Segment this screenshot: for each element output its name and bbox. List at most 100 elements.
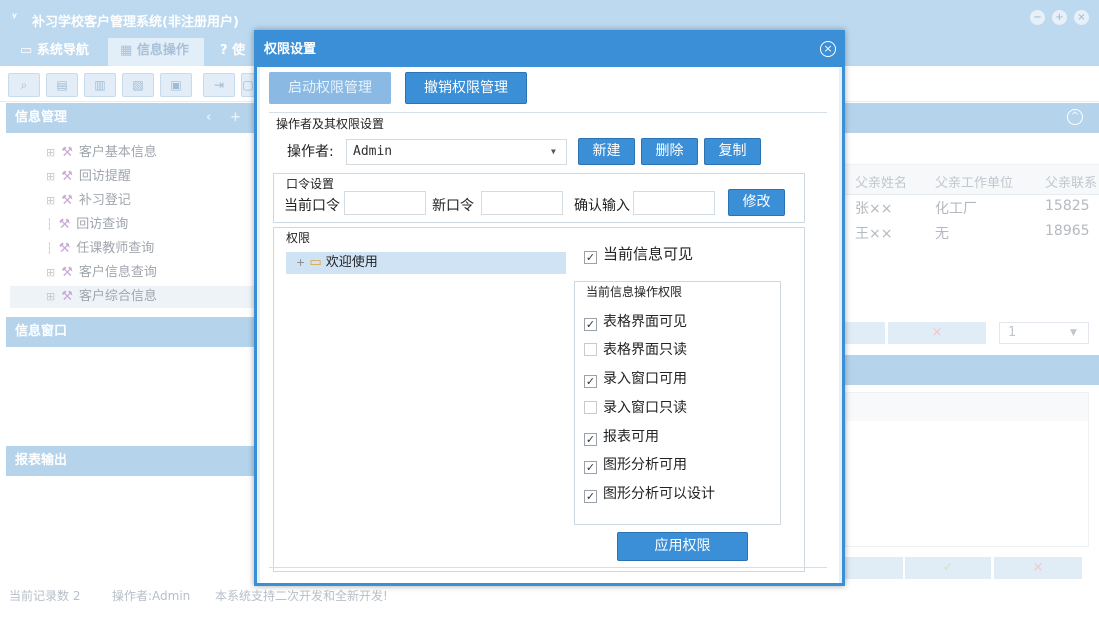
checkbox-label: 表格界面只读 [603,342,687,358]
tool-icon: ⚒ [61,193,73,208]
confirm-password-label: 确认输入 [574,198,630,214]
restore-icon[interactable]: + [1052,10,1067,25]
tree-item-label: 客户综合信息 [78,289,157,304]
tab-info-ops[interactable]: ▦ 信息操作 [108,38,204,66]
grid-cell[interactable]: 无 [935,223,949,243]
panel-header-grid: ^ [845,103,1099,133]
new-password-label: 新口令 [432,198,474,214]
apply-permission-button[interactable]: 应用权限 [617,532,748,561]
status-record-count: 当前记录数 2 [9,589,81,603]
op-checkbox-grid-visible[interactable]: ✓ 表格界面可见 [584,312,804,332]
current-visible-checkbox[interactable]: ✓ 当前信息可见 [584,244,804,264]
enable-permission-button[interactable]: 启动权限管理 [269,72,391,104]
panel-header-report[interactable]: 报表输出 [6,446,260,476]
grid-nav-button[interactable] [845,322,885,344]
tree-root-label: 欢迎使用 [325,255,378,270]
op-checkbox-entry-readonly[interactable]: 录入窗口只读 [584,398,804,418]
operators-legend: 操作者及其权限设置 [276,117,385,131]
modify-password-button[interactable]: 修改 [728,189,785,216]
tree-item-label: 任课教师查询 [76,241,155,256]
new-operator-button[interactable]: 新建 [578,138,635,165]
grid-cell[interactable]: 18965 [1045,223,1090,243]
panel-header-info-mgmt: 信息管理 ‹ + [6,103,260,133]
grid-cell[interactable]: 15825 [1045,198,1090,218]
operator-select[interactable]: Admin ▼ [346,139,567,165]
tabbar-right [845,36,1099,66]
toolbar-button-5[interactable]: ▣ [160,73,192,97]
tree-root-welcome[interactable]: + ▭ 欢迎使用 [286,252,566,274]
panel-header-right-2 [845,355,1099,385]
confirm-password-input[interactable] [633,191,715,215]
page-value: 1 [1008,325,1017,340]
minimize-icon[interactable]: − [1030,10,1045,25]
collapse-icon[interactable]: ‹ [206,103,211,133]
checkbox-label: 表格界面可见 [603,314,687,330]
password-legend: 口令设置 [286,175,335,192]
tree-item-tutoring-register[interactable]: ⊞ ⚒ 补习登记 [46,190,131,212]
panel-title: 信息窗口 [15,324,68,339]
toolbar-button-7[interactable]: ▢ [241,73,255,97]
data-grid: 父亲姓名 父亲工作单位 父亲联系 张×× 化工厂 15825 王×× 无 189… [845,164,1099,248]
tree-item-revisit-reminder[interactable]: ⊞ ⚒ 回访提醒 [46,166,131,188]
tree-item-revisit-query[interactable]: ┆ ⚒ 回访查询 [46,214,128,236]
toolbar-button-3[interactable]: ▥ [84,73,116,97]
add-icon[interactable]: + [230,103,241,133]
close-icon[interactable]: × [1074,10,1089,25]
checkbox-box [584,343,597,356]
search-icon[interactable]: ⌕ [8,73,40,97]
op-checkbox-chart-usable[interactable]: ✓ 图形分析可用 [584,455,804,475]
op-checkbox-entry-usable[interactable]: ✓ 录入窗口可用 [584,369,804,389]
status-operator: 操作者:Admin [112,589,191,603]
revoke-permission-button[interactable]: 撤销权限管理 [405,72,527,104]
checkbox-box: ✓ [584,375,597,388]
toolbar-button-6[interactable]: ⇥ [203,73,235,97]
tab-label: 信息操作 [136,43,189,58]
tab-label: 系统导航 [36,43,89,58]
tree-item-label: 客户信息查询 [78,265,157,280]
toolbar-button-2[interactable]: ▤ [46,73,78,97]
checkbox-box: ✓ [584,251,597,264]
grid-cell[interactable]: 化工厂 [935,198,977,218]
divider [269,567,827,568]
grid-cell[interactable]: 王×× [855,223,892,243]
new-password-input[interactable] [481,191,563,215]
page-select[interactable]: 1 ▼ [999,322,1089,344]
tab-label: 使 [232,43,246,58]
collapse-icon[interactable]: ^ [1067,109,1083,125]
check-icon[interactable]: ✓ [905,557,991,579]
tree-item-label: 客户基本信息 [78,145,157,160]
copy-operator-button[interactable]: 复制 [704,138,761,165]
grid-delete-button[interactable]: × [888,322,986,344]
op-checkbox-chart-design[interactable]: ✓ 图形分析可以设计 [584,484,804,504]
grid-icon: ▦ [120,43,133,58]
app-logo-icon: ʸ [12,10,18,24]
grid-header-cell[interactable]: 父亲联系 [1045,172,1097,192]
dialog-close-icon[interactable]: × [820,41,836,57]
op-checkbox-grid-readonly[interactable]: 表格界面只读 [584,340,804,360]
tree-item-label: 补习登记 [78,193,131,208]
tool-icon: ⚒ [58,217,71,232]
grid-header-cell[interactable]: 父亲工作单位 [935,172,1013,192]
checkbox-label: 录入窗口可用 [603,371,687,387]
footer-button-1[interactable] [845,557,903,579]
checkbox-label: 图形分析可以设计 [603,486,715,502]
current-password-input[interactable] [344,191,426,215]
toolbar-button-4[interactable]: ▧ [122,73,154,97]
dialog-title-bar[interactable]: 权限设置 [257,33,842,67]
close-icon[interactable]: × [994,557,1082,579]
grid-cell[interactable]: 张×× [855,198,892,218]
dialog-title: 权限设置 [264,42,317,57]
expand-icon[interactable]: + [296,256,305,269]
tab-help[interactable]: ? 使 [208,38,258,66]
delete-operator-button[interactable]: 删除 [641,138,698,165]
tree-item-customer-summary[interactable]: ⊞ ⚒ 客户综合信息 [10,286,254,308]
right-panel-header [846,393,1088,421]
tree-item-customer-basic[interactable]: ⊞ ⚒ 客户基本信息 [46,142,157,164]
tree-item-customer-query[interactable]: ⊞ ⚒ 客户信息查询 [46,262,157,284]
chevron-down-icon: ▼ [1070,328,1077,338]
tab-system-nav[interactable]: ▭ 系统导航 [8,38,104,66]
panel-header-info-window[interactable]: 信息窗口 [6,317,260,347]
grid-header-cell[interactable]: 父亲姓名 [855,172,907,192]
tree-item-teacher-query[interactable]: ┆ ⚒ 任课教师查询 [46,238,154,260]
op-checkbox-report-usable[interactable]: ✓ 报表可用 [584,427,804,447]
